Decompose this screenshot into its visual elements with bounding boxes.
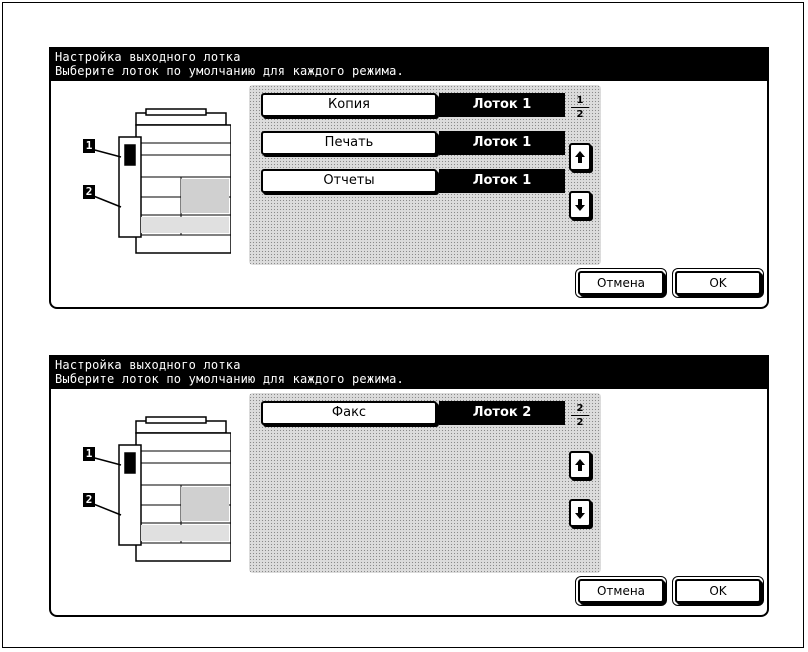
arrow-down-icon [575,507,585,519]
mode-button-print[interactable]: Печать [261,131,437,155]
printer-illustration [81,415,232,565]
page-total: 2 [576,109,584,120]
cancel-button[interactable]: Отмена [575,576,667,606]
tray-value-fax: Лоток 2 [439,401,565,425]
tray-callout-1: 1 [83,139,95,153]
page-current: 2 [576,403,584,414]
screen-header: Настройка выходного лотка Выберите лоток… [49,355,769,389]
page-current: 1 [576,95,584,106]
tray-value-copy: Лоток 1 [439,93,565,117]
output-tray-settings-screen-2: Настройка выходного лотка Выберите лоток… [49,355,769,617]
tray-callout-2: 2 [83,493,95,507]
tray-value-reports: Лоток 1 [439,169,565,193]
screen-title: Настройка выходного лотка [55,358,241,372]
ok-button[interactable]: OK [672,268,764,298]
output-tray-settings-screen-1: Настройка выходного лотка Выберите лоток… [49,47,769,309]
page-up-button[interactable] [569,451,591,479]
mode-button-reports[interactable]: Отчеты [261,169,437,193]
page-total: 2 [576,417,584,428]
page-down-button[interactable] [569,191,591,219]
screen-instruction: Выберите лоток по умолчанию для каждого … [55,372,404,386]
cancel-button[interactable]: Отмена [575,268,667,298]
arrow-up-icon [575,151,585,163]
page-indicator: 2 2 [569,403,591,433]
settings-panel: 1 2 Копия Лоток 1 Печать Лоток 1 Отчеты … [49,81,769,309]
tray-callout-1: 1 [83,447,95,461]
page-up-button[interactable] [569,143,591,171]
screen-instruction: Выберите лоток по умолчанию для каждого … [55,64,404,78]
screen-header: Настройка выходного лотка Выберите лоток… [49,47,769,81]
arrow-up-icon [575,459,585,471]
settings-panel: 1 2 Факс Лоток 2 2 2 Отмена OK [49,389,769,617]
page-indicator: 1 2 [569,95,591,125]
tray-callout-2: 2 [83,185,95,199]
printer-illustration [81,107,232,257]
mode-button-fax[interactable]: Факс [261,401,437,425]
arrow-down-icon [575,199,585,211]
mode-button-copy[interactable]: Копия [261,93,437,117]
tray-value-print: Лоток 1 [439,131,565,155]
ok-button[interactable]: OK [672,576,764,606]
screen-title: Настройка выходного лотка [55,50,241,64]
page-down-button[interactable] [569,499,591,527]
